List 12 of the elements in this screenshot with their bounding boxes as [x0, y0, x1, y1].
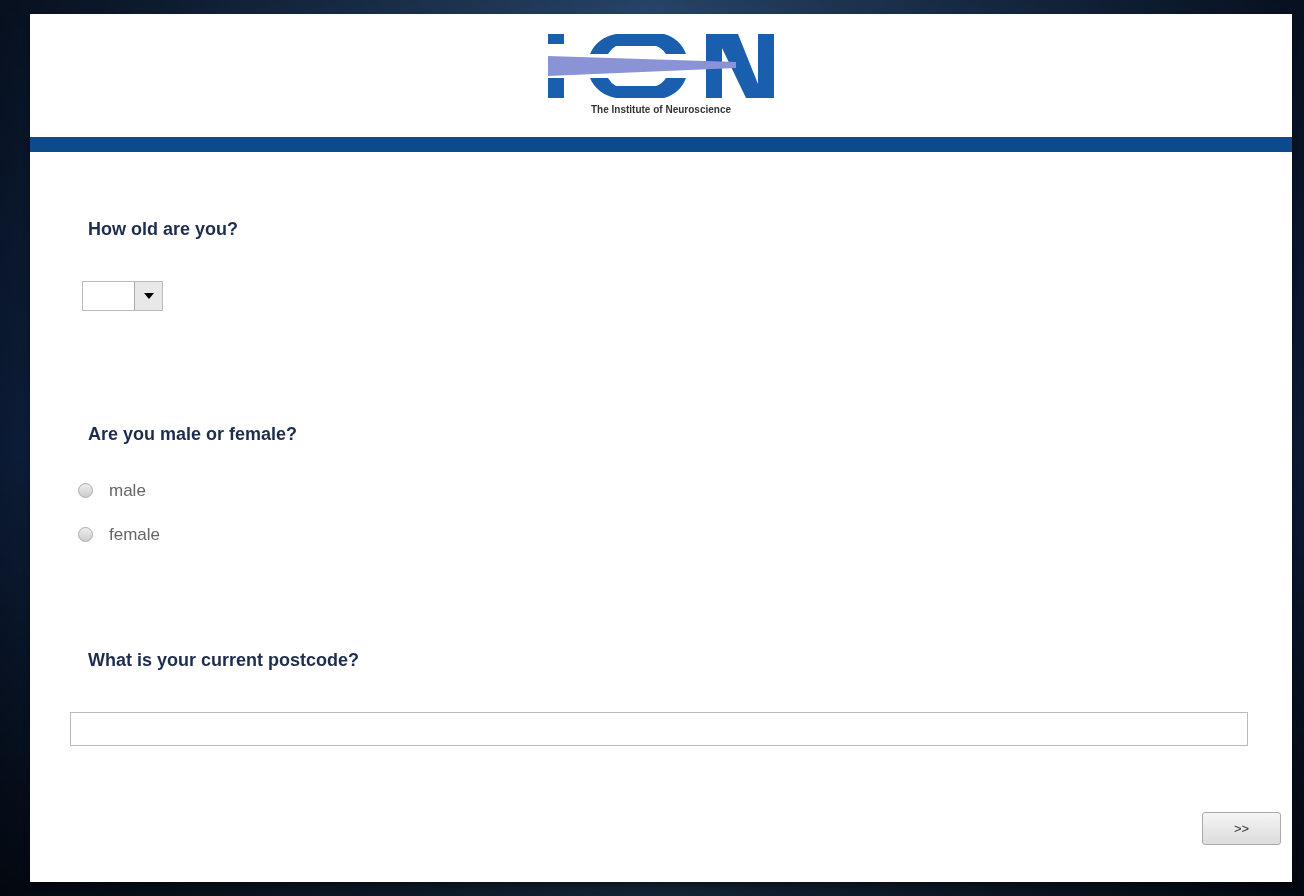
question-label: How old are you?	[88, 218, 239, 241]
radio-button[interactable]	[78, 483, 93, 499]
next-button[interactable]: >>	[1202, 812, 1281, 845]
question-label: Are you male or female?	[88, 423, 299, 446]
postcode-field[interactable]	[70, 712, 1248, 746]
question-label: What is your current postcode?	[88, 649, 361, 672]
logo-icon	[546, 34, 776, 98]
radio-label: female	[109, 523, 161, 546]
logo-caption: The Institute of Neuroscience	[591, 103, 731, 117]
age-dropdown[interactable]	[82, 281, 163, 311]
radio-label: male	[109, 480, 146, 502]
radio-button[interactable]	[78, 526, 93, 542]
